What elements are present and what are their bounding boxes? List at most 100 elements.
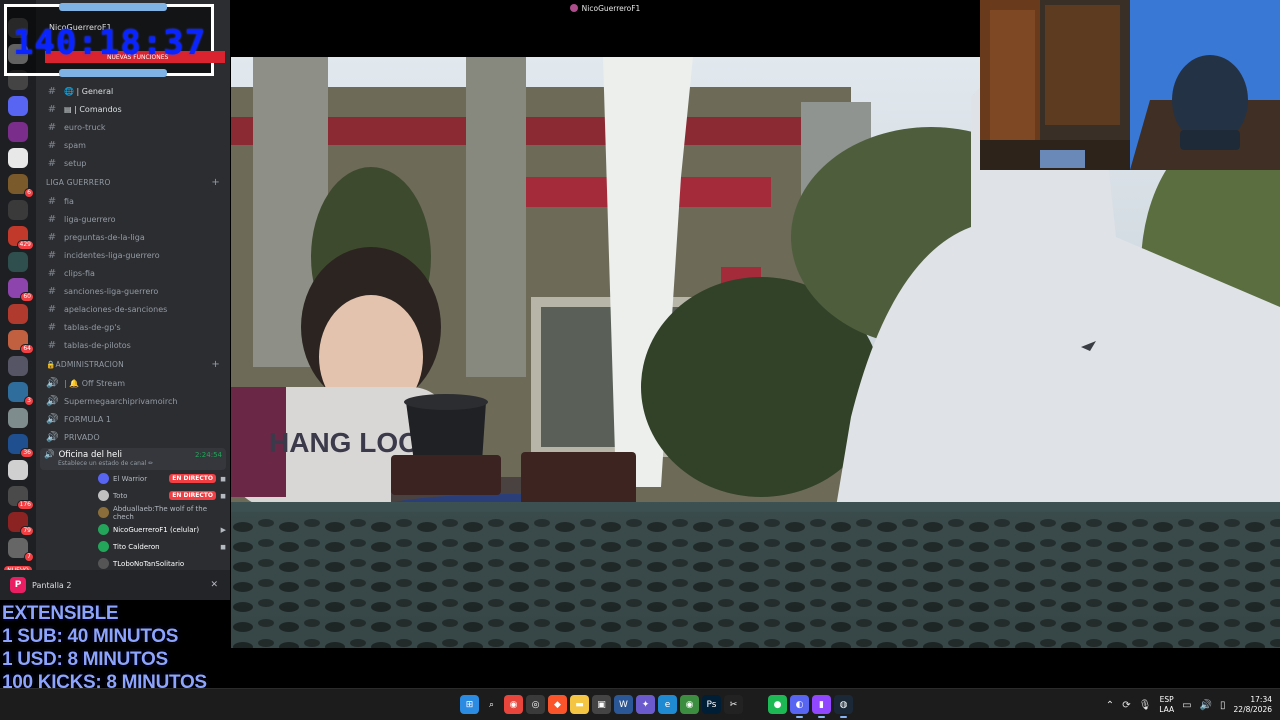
server-icon[interactable]: 3 — [8, 382, 34, 406]
avatar — [98, 524, 109, 535]
channel-item[interactable]: # sanciones-liga-guerrero — [36, 282, 230, 300]
speaker-icon: 🔊 — [44, 450, 55, 460]
rule-line: 1 SUB: 40 MINUTOS — [2, 626, 179, 647]
channel-item[interactable]: # clips-fia — [36, 264, 230, 282]
search-icon[interactable]: ⌕ — [482, 695, 501, 714]
shirt-text: HANG LOO — [269, 427, 420, 458]
channel-item[interactable]: # setup — [36, 154, 230, 172]
channel-item[interactable]: # liga-guerrero — [36, 210, 230, 228]
channel-item[interactable]: # 🌐 | General — [36, 82, 230, 100]
stream-icon: ◼ — [220, 491, 226, 500]
category-administracion[interactable]: 🔒ADMINISTRACION + — [36, 354, 230, 374]
clock-date: 22/8/2026 — [1233, 705, 1272, 714]
channel-label: preguntas-de-la-liga — [64, 232, 145, 242]
explorer-icon[interactable]: ▬ — [570, 695, 589, 714]
add-channel-icon[interactable]: + — [211, 177, 220, 188]
category-label: 🔒ADMINISTRACION — [46, 359, 124, 369]
channel-label: fia — [64, 196, 74, 206]
server-icon[interactable]: 79 — [8, 512, 34, 536]
chevron-up-icon[interactable]: ⌃ — [1106, 700, 1114, 711]
discord-icon[interactable]: ◐ — [790, 695, 809, 718]
server-icon[interactable] — [8, 408, 28, 428]
channel-item[interactable]: # tablas-de-gp's — [36, 318, 230, 336]
obs-icon[interactable]: ◎ — [526, 695, 545, 714]
screen-share-label: Pantalla 2 — [32, 580, 72, 590]
speaker-icon: 🔊 — [46, 377, 59, 389]
channel-item[interactable]: # euro-truck — [36, 118, 230, 136]
avatar — [98, 558, 109, 569]
voice-user[interactable]: Tito Calderon ◼ — [36, 538, 230, 555]
server-icon[interactable] — [8, 356, 28, 376]
server-icon[interactable]: 429 — [8, 226, 34, 250]
copilot-icon[interactable]: ✦ — [636, 695, 655, 714]
word-icon[interactable]: W — [614, 695, 633, 714]
close-icon[interactable]: ✕ — [210, 580, 218, 590]
windows-start-icon[interactable]: ⊞ — [460, 695, 479, 714]
voice-user-name: El Warrior — [113, 474, 148, 483]
voice-user-name: Toto — [113, 491, 128, 500]
add-channel-icon[interactable]: + — [211, 359, 220, 370]
voice-user[interactable]: Toto EN DIRECTO ◼ — [36, 487, 230, 504]
voice-user[interactable]: Abduallaeb:The wolf of the chech — [36, 504, 230, 521]
network-icon[interactable]: ▭ — [1182, 700, 1191, 711]
channel-item[interactable]: # tablas-de-pilotos — [36, 336, 230, 354]
brave-icon[interactable]: ◆ — [548, 695, 567, 714]
server-icon[interactable]: 36 — [8, 434, 34, 458]
server-icon[interactable]: 176 — [8, 486, 34, 510]
server-icon[interactable] — [8, 148, 28, 168]
server-icon[interactable] — [8, 200, 28, 220]
server-icon[interactable]: 60 — [8, 278, 34, 302]
clock[interactable]: 17:34 22/8/2026 — [1234, 695, 1272, 715]
steam-icon[interactable]: ◍ — [834, 695, 853, 718]
edge-icon[interactable]: e — [658, 695, 677, 714]
battery-icon[interactable]: ▯ — [1220, 700, 1226, 711]
channel-label: apelaciones-de-sanciones — [64, 304, 168, 314]
server-mention-badge: 64 — [20, 344, 34, 354]
hash-icon: # — [47, 339, 57, 351]
channel-item[interactable]: # incidentes-liga-guerrero — [36, 246, 230, 264]
channel-item[interactable]: # apelaciones-de-sanciones — [36, 300, 230, 318]
server-icon[interactable]: 64 — [8, 330, 34, 354]
photoshop-icon[interactable]: Ps — [702, 695, 721, 714]
channel-label: FORMULA 1 — [64, 414, 111, 424]
voice-channel-status[interactable]: Establece un estado de canal ✏ — [44, 460, 222, 467]
hash-icon: # — [47, 267, 57, 279]
chrome-icon[interactable]: ◉ — [504, 695, 523, 714]
server-icon[interactable] — [8, 122, 28, 142]
sync-icon[interactable]: ⟳ — [1122, 700, 1130, 711]
channel-item[interactable]: # spam — [36, 136, 230, 154]
channel-item[interactable]: # ▤ | Comandos — [36, 100, 230, 118]
hash-icon: # — [47, 213, 57, 225]
discord-window: 64296064336176797NUEVO #🌐 | General#▤ | … — [0, 0, 230, 600]
server-icon[interactable]: 6 — [8, 174, 34, 198]
language-indicator[interactable]: ESP LAA — [1159, 695, 1174, 715]
speaker-icon: 🔊 — [46, 413, 59, 425]
channel-item[interactable]: 🔊 Supermegaarchiprivamoirch — [36, 392, 230, 410]
channel-item[interactable]: # fia — [36, 192, 230, 210]
channel-label: euro-truck — [64, 122, 106, 132]
channel-label: setup — [64, 158, 87, 168]
twitch-icon[interactable]: ▮ — [812, 695, 831, 718]
server-icon[interactable] — [8, 252, 28, 272]
voice-user[interactable]: NicoGuerreroF1 (celular) ▶ — [36, 521, 230, 538]
chrome2-icon[interactable]: ◉ — [680, 695, 699, 714]
server-icon[interactable]: 7 — [8, 538, 34, 562]
server-icon[interactable] — [8, 460, 28, 480]
channel-item[interactable]: 🔊 | 🔔 Off Stream — [36, 374, 230, 392]
app-icon[interactable]: ▣ — [592, 695, 611, 714]
category-liga-guerrero[interactable]: LIGA GUERRERO + — [36, 172, 230, 192]
blank-icon[interactable] — [746, 695, 765, 714]
active-voice-channel[interactable]: 🔊 Oficina del heli Establece un estado de… — [40, 448, 226, 470]
microphone-icon[interactable]: 🎙 — [1139, 700, 1152, 711]
channel-label: tablas-de-gp's — [64, 322, 121, 332]
volume-icon[interactable]: 🔊 — [1200, 700, 1212, 711]
server-mention-badge: 176 — [16, 500, 34, 510]
channel-item[interactable]: # preguntas-de-la-liga — [36, 228, 230, 246]
capcut-icon[interactable]: ✂ — [724, 695, 743, 714]
spotify-icon[interactable]: ● — [768, 695, 787, 714]
channel-item[interactable]: 🔊 FORMULA 1 — [36, 410, 230, 428]
server-icon[interactable] — [8, 304, 28, 324]
channel-item[interactable]: 🔊 PRIVADO — [36, 428, 230, 446]
voice-user[interactable]: El Warrior EN DIRECTO ◼ — [36, 470, 230, 487]
server-icon[interactable] — [8, 96, 28, 116]
